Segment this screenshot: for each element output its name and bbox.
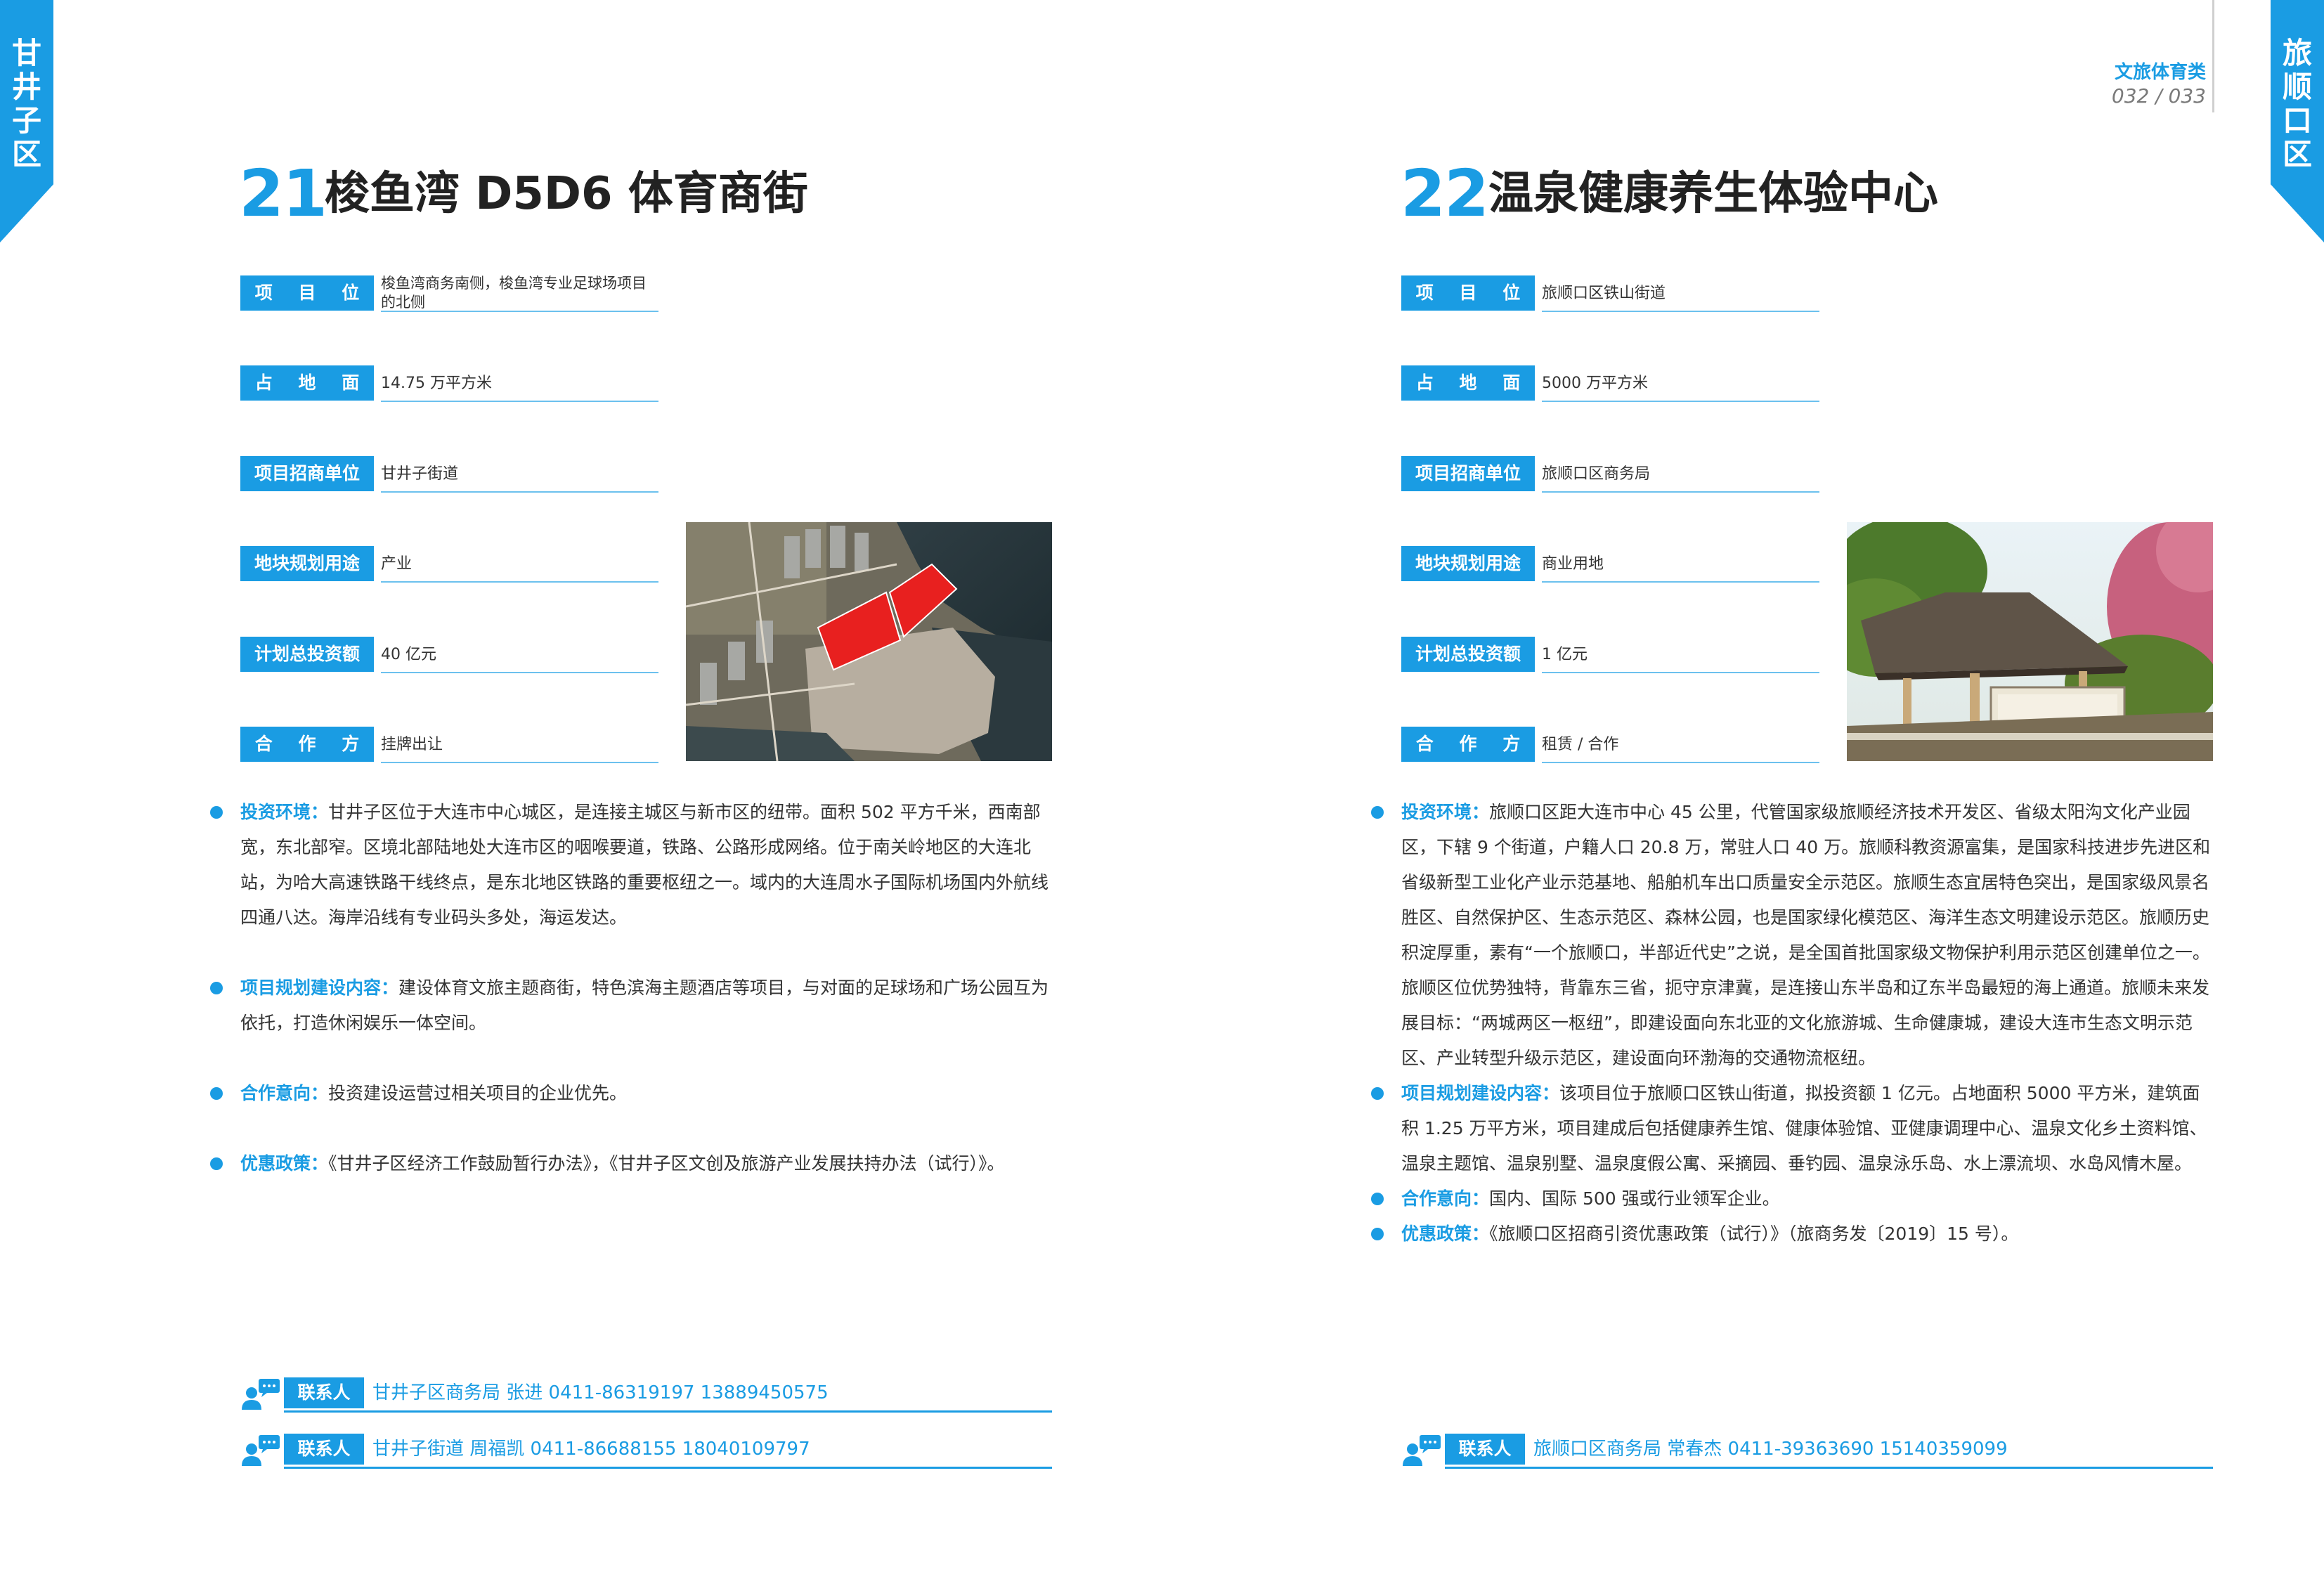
info-label: 计划总投资额 [1401, 637, 1535, 672]
bullet-dot-icon [210, 806, 223, 819]
info-value: 挂牌出让 [381, 727, 658, 763]
contact-underline [1445, 1467, 2213, 1469]
bullet-key: 优惠政策： [1401, 1224, 1490, 1244]
contact-chat-icon [242, 1435, 280, 1466]
info-label: 项目招商单位 [1401, 456, 1535, 491]
tab-char: 旅 [2282, 36, 2312, 70]
contact-chat-icon [1403, 1435, 1441, 1466]
bullet-dot-icon [210, 1087, 223, 1100]
bullet-key: 合作意向： [1401, 1188, 1490, 1209]
info-value: 产业 [381, 546, 658, 583]
contact-text: 旅顺口区商务局 常春杰 0411-39363690 15140359099 [1533, 1439, 2008, 1460]
bullet-preferential-policy: 优惠政策：《旅顺口区招商引资优惠政策（试行）》（旅商务发〔2019〕15 号）。 [1371, 1216, 2214, 1252]
category-label: 文旅体育类 [2114, 62, 2206, 83]
contact-label: 联系人 [284, 1377, 364, 1408]
contact-chat-icon [242, 1379, 280, 1410]
info-label: 项目招商单位 [240, 456, 374, 491]
info-label: 合 作 方 式 [1401, 727, 1535, 789]
contact-underline [284, 1410, 1052, 1413]
contact-underline [284, 1467, 1052, 1469]
bullet-text: 《旅顺口区招商引资优惠政策（试行）》（旅商务发〔2019〕15 号）。 [1489, 1224, 2019, 1244]
bullet-key: 投资环境： [1401, 802, 1490, 822]
info-label: 占 地 面 积 [240, 365, 374, 428]
header-divider [2212, 0, 2214, 112]
info-value: 梭鱼湾商务南侧，梭鱼湾专业足球场项目的北侧 [381, 275, 658, 312]
bullet-key: 项目规划建设内容： [240, 978, 399, 998]
satellite-map-image [686, 522, 1052, 761]
bullet-dot-icon [210, 1157, 223, 1170]
bullet-text: 旅顺口区距大连市中心 45 公里，代管国家级旅顺经济技术开发区、省级太阳沟文化产… [1401, 802, 2211, 1068]
bullet-dot-icon [1371, 1228, 1384, 1240]
bullet-investment-environment: 投资环境：旅顺口区距大连市中心 45 公里，代管国家级旅顺经济技术开发区、省级太… [1371, 795, 2214, 1076]
tab-char: 口 [2282, 103, 2312, 138]
contact-row: 联系人 甘井子区商务局 张进 0411-86319197 13889450575 [240, 1377, 1052, 1413]
bullet-cooperation-intent: 合作意向：投资建设运营过相关项目的企业优先。 [210, 1076, 1056, 1111]
project-title: 梭鱼湾 D5D6 体育商街 [325, 168, 808, 220]
bullet-key: 合作意向： [240, 1083, 329, 1103]
info-label: 项 目 位 置 [1401, 275, 1535, 338]
info-value: 5000 万平方米 [1542, 365, 1819, 402]
tab-char: 区 [11, 137, 41, 171]
info-value: 甘井子街道 [381, 456, 658, 493]
page-numbers: 032 / 033 [2111, 84, 2206, 108]
bullet-dot-icon [210, 982, 223, 994]
project-number: 22 [1401, 156, 1489, 231]
bullet-dot-icon [1371, 806, 1384, 819]
bullet-key: 项目规划建设内容： [1401, 1083, 1560, 1103]
bullet-text: 甘井子区位于大连市中心城区，是连接主城区与新市区的纽带。面积 502 平方千米，… [240, 802, 1049, 928]
bullet-planning-content: 项目规划建设内容：建设体育文旅主题商街，特色滨海主题酒店等项目，与对面的足球场和… [210, 971, 1056, 1041]
info-value: 租赁 / 合作 [1542, 727, 1819, 763]
bullet-text: 国内、国际 500 强或行业领军企业。 [1489, 1188, 1780, 1209]
info-label: 地块规划用途 [1401, 546, 1535, 581]
contact-row: 联系人 旅顺口区商务局 常春杰 0411-39363690 1514035909… [1401, 1434, 2213, 1469]
contact-label: 联系人 [1445, 1434, 1525, 1465]
info-label: 合 作 方 式 [240, 727, 374, 789]
info-value: 旅顺口区商务局 [1542, 456, 1819, 493]
bullet-key: 优惠政策： [240, 1153, 329, 1174]
project-title: 温泉健康养生体验中心 [1488, 168, 1938, 220]
tab-char: 区 [2282, 137, 2312, 171]
bullet-preferential-policy: 优惠政策：《甘井子区经济工作鼓励暂行办法》，《甘井子区文创及旅游产业发展扶持办法… [210, 1146, 1056, 1181]
info-label: 占 地 面 积 [1401, 365, 1535, 428]
bullet-planning-content: 项目规划建设内容：该项目位于旅顺口区铁山街道，拟投资额 1 亿元。占地面积 50… [1371, 1076, 2214, 1181]
contact-text: 甘井子街道 周福凯 0411-86688155 18040109797 [372, 1439, 810, 1460]
contact-text: 甘井子区商务局 张进 0411-86319197 13889450575 [372, 1382, 829, 1403]
tab-char: 井 [11, 70, 41, 104]
info-label: 计划总投资额 [240, 637, 374, 672]
bullet-dot-icon [1371, 1193, 1384, 1205]
info-label: 项 目 位 置 [240, 275, 374, 338]
pavilion-photo [1847, 522, 2213, 761]
project-number: 21 [239, 156, 327, 231]
info-label: 地块规划用途 [240, 546, 374, 581]
info-value: 1 亿元 [1542, 637, 1819, 673]
left-bullet-list: 投资环境：甘井子区位于大连市中心城区，是连接主城区与新市区的纽带。面积 502 … [210, 795, 1056, 1181]
contact-label: 联系人 [284, 1434, 364, 1465]
right-bullet-list: 投资环境：旅顺口区距大连市中心 45 公里，代管国家级旅顺经济技术开发区、省级太… [1371, 795, 2214, 1252]
district-tab-lvshunkou: 旅 顺 口 区 [2271, 0, 2324, 242]
contact-row: 联系人 甘井子街道 周福凯 0411-86688155 18040109797 [240, 1434, 1052, 1469]
district-tab-ganjingzi: 甘 井 子 区 [0, 0, 53, 242]
tab-char: 甘 [11, 36, 41, 70]
bullet-investment-environment: 投资环境：甘井子区位于大连市中心城区，是连接主城区与新市区的纽带。面积 502 … [210, 795, 1056, 935]
info-value: 旅顺口区铁山街道 [1542, 275, 1819, 312]
bullet-text: 《甘井子区经济工作鼓励暂行办法》，《甘井子区文创及旅游产业发展扶持办法（试行）》… [328, 1153, 1005, 1174]
tab-char: 顺 [2282, 70, 2312, 104]
tab-char: 子 [11, 103, 41, 138]
bullet-key: 投资环境： [240, 802, 329, 822]
info-value: 商业用地 [1542, 546, 1819, 583]
bullet-dot-icon [1371, 1087, 1384, 1100]
info-value: 14.75 万平方米 [381, 365, 658, 402]
bullet-text: 投资建设运营过相关项目的企业优先。 [328, 1083, 628, 1103]
bullet-cooperation-intent: 合作意向：国内、国际 500 强或行业领军企业。 [1371, 1181, 2214, 1216]
info-value: 40 亿元 [381, 637, 658, 673]
